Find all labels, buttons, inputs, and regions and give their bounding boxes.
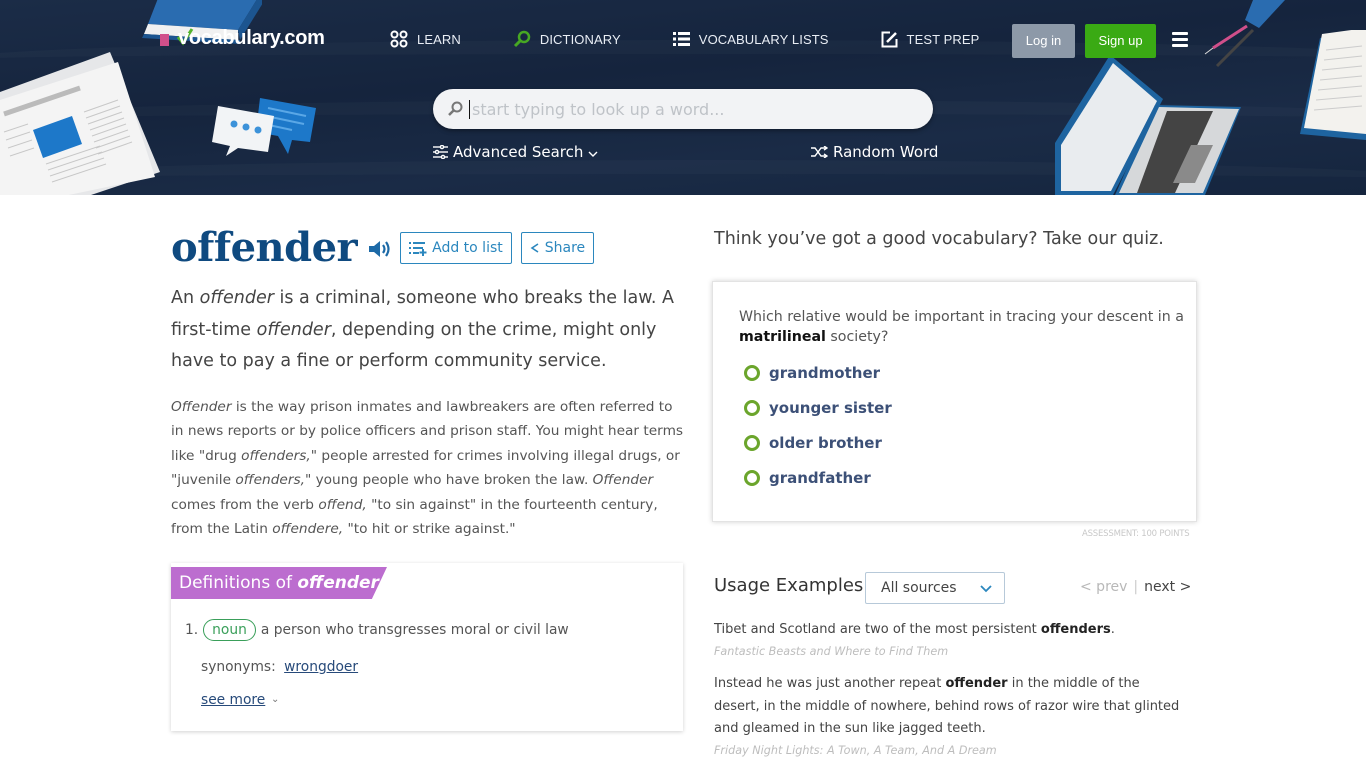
nav-learn-label: LEARN xyxy=(417,31,461,47)
magnifier-icon xyxy=(513,30,531,48)
newspaper-illustration xyxy=(0,52,160,195)
chat-bubbles-illustration xyxy=(212,98,316,156)
source-select-value: All sources xyxy=(881,580,957,596)
hamburger-icon[interactable] xyxy=(1172,32,1188,48)
synonyms-line: synonyms: wrongdoer xyxy=(201,659,358,675)
add-to-list-label: Add to list xyxy=(432,239,503,256)
quiz-heading[interactable]: Think you’ve got a good vocabulary? Take… xyxy=(714,229,1164,249)
chevron-down-icon xyxy=(588,151,598,157)
prev-link[interactable]: < prev xyxy=(1080,579,1127,595)
site-header: vocabulary.com LEARN DICTIONARY VOCABULA… xyxy=(0,0,1366,195)
nav-dictionary-label: DICTIONARY xyxy=(539,31,621,47)
advanced-search-label: Advanced Search xyxy=(453,143,584,161)
usage-example: Tibet and Scotland are two of the most p… xyxy=(714,622,1115,637)
advanced-search-toggle[interactable]: Advanced Search xyxy=(433,143,604,161)
quiz-option[interactable]: younger sister xyxy=(744,399,892,417)
long-description: Offender is the way prison inmates and l… xyxy=(171,399,684,538)
word-title: offender xyxy=(171,224,358,271)
grid-circles-icon xyxy=(390,30,408,48)
see-more-link[interactable]: see more xyxy=(201,692,265,708)
quiz-option[interactable]: grandfather xyxy=(744,469,871,487)
quiz-option[interactable]: grandmother xyxy=(744,364,880,382)
next-link[interactable]: next > xyxy=(1144,579,1191,595)
main-nav: LEARN DICTIONARY VOCABULARY LISTS TEST P… xyxy=(390,30,1031,48)
nav-learn[interactable]: LEARN xyxy=(390,30,461,48)
usage-pager: < prev | next > xyxy=(1080,579,1191,595)
word-header: offender Add to list Share xyxy=(171,224,595,271)
edit-icon xyxy=(881,31,898,47)
pencil-illustration xyxy=(1204,0,1285,68)
search-icon xyxy=(448,101,463,116)
usage-examples-title: Usage Examples xyxy=(714,575,864,596)
nav-vocabulary-lists[interactable]: VOCABULARY LISTS xyxy=(672,31,829,47)
site-logo[interactable]: vocabulary.com xyxy=(140,0,325,60)
random-word-link[interactable]: Random Word xyxy=(811,143,938,161)
definition-number: 1. xyxy=(185,622,199,638)
nav-vocabulary-lists-label: VOCABULARY LISTS xyxy=(698,31,829,47)
radio-icon xyxy=(744,400,760,416)
add-list-icon xyxy=(409,241,427,256)
list-icon xyxy=(672,32,690,46)
radio-icon xyxy=(744,470,760,486)
definition-text: a person who transgresses moral or civil… xyxy=(260,622,569,638)
chevron-down-icon xyxy=(980,585,992,593)
laptop-illustration xyxy=(1055,55,1241,195)
quiz-option[interactable]: older brother xyxy=(744,434,882,452)
search-input[interactable] xyxy=(469,99,909,119)
pager-separator: | xyxy=(1133,579,1139,595)
quiz-question: Which relative would be important in tra… xyxy=(739,309,1184,345)
chevron-down-icon: ⌄ xyxy=(271,694,280,705)
radio-icon xyxy=(744,365,760,381)
definition-item: 1. noun a person who transgresses moral … xyxy=(185,619,569,641)
quiz-card: Which relative would be important in tra… xyxy=(712,281,1197,522)
usage-source[interactable]: Fantastic Beasts and Where to Find Them xyxy=(714,645,948,658)
login-button[interactable]: Log in xyxy=(1012,24,1075,58)
add-to-list-button[interactable]: Add to list xyxy=(400,231,512,264)
signup-button[interactable]: Sign up xyxy=(1085,24,1156,58)
synonym-link[interactable]: wrongdoer xyxy=(284,659,358,675)
share-icon xyxy=(530,242,539,253)
nav-test-prep[interactable]: TEST PREP xyxy=(881,31,980,48)
shuffle-icon xyxy=(811,146,828,158)
logo-text: vocabulary.com xyxy=(178,27,325,49)
share-label: Share xyxy=(544,239,586,256)
definitions-banner: Definitions of offender xyxy=(171,567,387,599)
synonyms-label: synonyms: xyxy=(201,659,276,675)
nav-test-prep-label: TEST PREP xyxy=(906,31,980,47)
nav-dictionary[interactable]: DICTIONARY xyxy=(513,30,621,48)
short-description: An offender is a criminal, someone who b… xyxy=(171,288,675,371)
search-bar xyxy=(433,89,933,129)
part-of-speech-badge[interactable]: noun xyxy=(203,619,256,641)
speaker-icon[interactable] xyxy=(369,240,391,258)
usage-source[interactable]: Friday Night Lights: A Town, A Team, And… xyxy=(714,744,997,757)
sliders-icon xyxy=(433,145,448,159)
usage-example: Instead he was just another repeat offen… xyxy=(714,676,1180,736)
share-button[interactable]: Share xyxy=(520,231,595,264)
assessment-label: ASSESSMENT: 100 POINTS xyxy=(1082,529,1190,539)
radio-icon xyxy=(744,435,760,451)
open-book-illustration xyxy=(1300,30,1366,140)
definitions-card: Definitions of offender 1. noun a person… xyxy=(171,563,683,731)
source-select[interactable]: All sources xyxy=(865,572,1005,604)
random-word-label: Random Word xyxy=(833,143,939,161)
